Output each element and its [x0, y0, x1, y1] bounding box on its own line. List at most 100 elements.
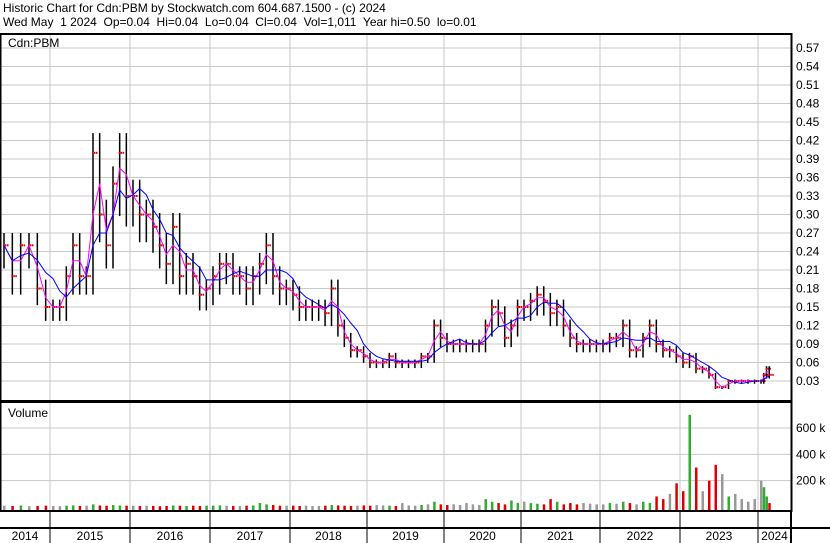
volume-bar	[324, 505, 327, 510]
year-label: 2017	[237, 529, 264, 543]
price-dot	[189, 262, 191, 265]
year-label: 2018	[315, 529, 342, 543]
price-dot	[62, 306, 65, 308]
price-dot	[624, 324, 626, 327]
volume-bar	[701, 491, 704, 510]
year-label: 2016	[157, 529, 184, 543]
price-dot	[610, 336, 613, 339]
volume-bar	[336, 505, 340, 510]
price-dot	[234, 275, 236, 278]
volume-bar	[98, 505, 102, 510]
price-dot	[76, 244, 78, 247]
year-label: 2019	[392, 529, 419, 543]
price-dot	[92, 151, 94, 154]
price-dot	[362, 355, 365, 358]
volume-bar	[562, 504, 565, 510]
volume-bar	[555, 501, 559, 510]
volume-bar	[420, 505, 423, 510]
volume-bar	[132, 505, 135, 510]
price-dot	[30, 244, 32, 247]
price-dot	[242, 275, 245, 278]
volume-bar	[138, 505, 142, 510]
volume-bar	[145, 505, 148, 510]
price-dot	[212, 275, 214, 278]
price-dot	[577, 343, 580, 345]
volume-bar	[747, 501, 750, 510]
price-dot	[520, 306, 523, 308]
price-dot	[422, 355, 424, 358]
price-tick-label: 0.36	[796, 171, 820, 185]
price-dot	[114, 182, 116, 185]
price-dot	[11, 275, 13, 278]
price-dot	[32, 244, 34, 247]
volume-tick-label: 200 k	[796, 474, 826, 488]
volume-bar	[426, 504, 430, 510]
volume-bar	[497, 503, 500, 510]
price-dot	[298, 306, 300, 308]
price-dot	[122, 151, 125, 154]
volume-bar	[158, 506, 162, 510]
price-dot	[158, 244, 161, 247]
year-label: 2022	[627, 529, 654, 543]
price-dot	[695, 367, 697, 370]
price-dot	[392, 355, 394, 358]
price-dot	[686, 361, 688, 364]
price-dot	[142, 213, 145, 216]
price-dot	[490, 306, 493, 308]
price-dot	[289, 287, 291, 290]
volume-bar	[304, 505, 308, 510]
price-dot	[174, 225, 176, 228]
price-dot	[46, 306, 49, 308]
volume-panel-frame	[0, 401, 793, 512]
price-dot	[278, 287, 281, 290]
price-dot	[494, 306, 497, 308]
price-dot	[265, 244, 267, 247]
price-dot	[569, 336, 571, 339]
volume-bar	[740, 499, 743, 510]
price-dot	[48, 306, 51, 308]
price-tick-label: 0.42	[796, 134, 820, 148]
price-tick-label: 0.51	[796, 78, 820, 92]
price-tick-label: 0.12	[796, 319, 820, 333]
volume-bar	[349, 505, 353, 510]
price-dot	[44, 306, 47, 308]
volume-bar	[465, 503, 468, 510]
volume-bar	[225, 505, 228, 510]
price-dot	[553, 312, 555, 315]
volume-bar	[356, 505, 359, 510]
volume-bar	[394, 505, 398, 510]
price-dot	[65, 275, 67, 278]
year-label: 2023	[706, 529, 733, 543]
price-dot	[7, 244, 9, 247]
volume-bar	[439, 504, 443, 510]
price-dot	[89, 275, 91, 278]
price-dot	[664, 349, 666, 352]
price-dot	[72, 244, 74, 247]
price-dot	[74, 244, 76, 247]
price-dot	[503, 336, 506, 339]
price-dot	[15, 275, 17, 278]
price-dot	[699, 367, 701, 370]
price-dot	[762, 373, 765, 376]
price-dot	[36, 287, 38, 290]
price-dot	[555, 306, 558, 308]
volume-bar	[330, 505, 333, 510]
price-dot	[258, 262, 261, 265]
volume-bar	[278, 505, 282, 510]
price-dot	[571, 336, 573, 339]
price-dot	[682, 361, 684, 364]
price-dot	[38, 287, 40, 290]
volume-bar	[92, 504, 95, 510]
volume-bar	[582, 503, 585, 510]
price-dot	[538, 293, 540, 296]
price-dot	[292, 293, 294, 296]
volume-bar	[768, 503, 771, 510]
volume-bar	[765, 496, 768, 510]
price-dot	[772, 373, 774, 376]
price-dot	[619, 336, 621, 339]
price-dot	[655, 343, 657, 345]
price-dot	[172, 225, 174, 228]
price-dot	[245, 287, 247, 290]
price-dot	[435, 324, 437, 327]
price-dot	[642, 336, 644, 339]
